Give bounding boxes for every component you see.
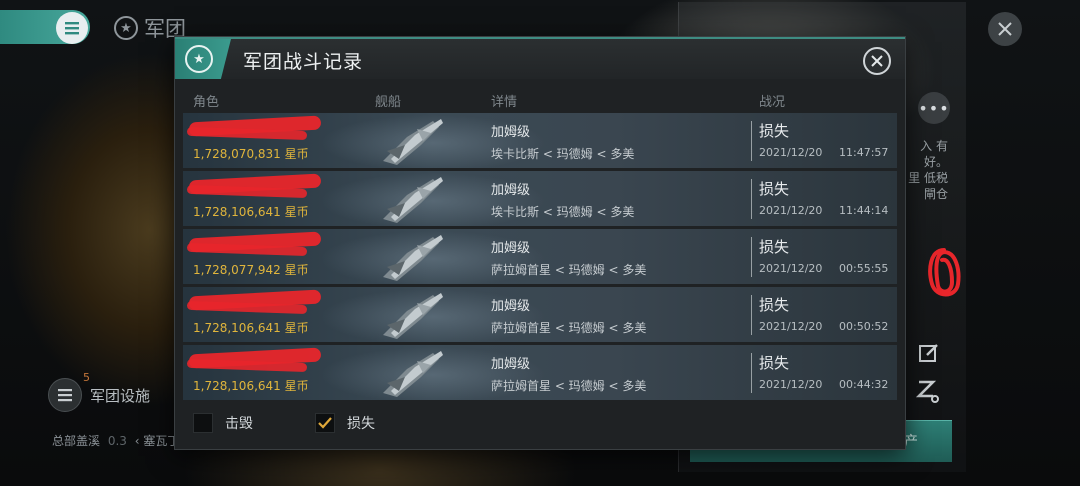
row-divider (751, 179, 752, 219)
ship-icon (383, 235, 443, 281)
hq-security-value: 0.3 (107, 434, 127, 448)
redacted-role-name (186, 231, 343, 257)
record-date: 2021/12/20 (759, 378, 823, 391)
close-icon (871, 55, 883, 67)
ship-name: 加姆级 (491, 183, 531, 198)
role-cell: 1,728,077,942 星币 (186, 231, 343, 278)
main-menu-button[interactable] (56, 12, 88, 44)
dialog-title: 军团战斗记录 (243, 51, 364, 73)
ship-icon (383, 119, 443, 165)
record-time: 11:47:57 (839, 146, 889, 159)
list-menu-icon (65, 22, 79, 35)
corp-star-icon: ★ (114, 16, 138, 40)
ship-icon (383, 351, 443, 397)
record-date: 2021/12/20 (759, 204, 823, 217)
column-header-role: 角色 (193, 95, 220, 110)
record-date: 2021/12/20 (759, 320, 823, 333)
record-time: 11:44:14 (839, 204, 889, 217)
corp-facility-button[interactable]: 5 军团设施 (48, 371, 151, 412)
checkmark-icon (318, 417, 332, 429)
record-time: 00:55:55 (839, 262, 889, 275)
more-options-button[interactable]: ••• (918, 92, 950, 124)
role-cell: 1,728,106,641 星币 (186, 173, 343, 220)
row-divider (751, 295, 752, 335)
battle-status: 损失 (759, 122, 790, 140)
side-text-line: 好。 (923, 155, 948, 169)
side-text-line: 里 低税 (908, 171, 948, 185)
side-text-line: 入 有 (920, 139, 948, 153)
row-divider (751, 121, 752, 161)
sleep-z-icon[interactable] (916, 378, 940, 404)
isk-value: 1,728,070,831 星币 (193, 147, 309, 161)
isk-value: 1,728,077,942 星币 (193, 263, 309, 277)
battle-record-row[interactable]: 1,728,106,641 星币 加姆级 埃卡比斯 < 玛德姆 < 多美 损失 … (183, 171, 897, 226)
column-header-status: 战况 (759, 95, 786, 110)
edit-icon[interactable] (918, 342, 940, 364)
location-path: 埃卡比斯 < 玛德姆 < 多美 (491, 147, 635, 161)
location-path: 萨拉姆首星 < 玛德姆 < 多美 (491, 379, 647, 393)
battle-record-list: 1,728,070,831 星币 加姆级 埃卡比斯 < 玛德姆 < 多美 损失 … (183, 113, 897, 403)
battle-status: 损失 (759, 354, 790, 372)
location-path: 埃卡比斯 < 玛德姆 < 多美 (491, 205, 635, 219)
ellipsis-icon: ••• (918, 98, 950, 118)
record-date: 2021/12/20 (759, 146, 823, 159)
record-date: 2021/12/20 (759, 262, 823, 275)
row-divider (751, 353, 752, 393)
battle-record-dialog: ★ 军团战斗记录 角色 舰船 详情 战况 1,728,070,831 星币 加姆… (174, 36, 906, 450)
redacted-role-name (186, 173, 343, 199)
chevron-left-icon: ‹ (134, 434, 140, 448)
ship-icon (383, 177, 443, 223)
close-icon (998, 22, 1012, 36)
side-text-line: 閘仓 (923, 187, 948, 201)
role-cell: 1,728,070,831 星币 (186, 115, 343, 162)
filter-label: 损失 (347, 416, 375, 432)
ship-icon (383, 293, 443, 339)
hq-label: 总部盖溪 (52, 434, 101, 448)
dialog-header: ★ 军团战斗记录 (175, 37, 905, 79)
location-path: 萨拉姆首星 < 玛德姆 < 多美 (491, 321, 647, 335)
filter-bar: 击毁 损失 (193, 411, 593, 435)
battle-record-row[interactable]: 1,728,077,942 星币 加姆级 萨拉姆首星 < 玛德姆 < 多美 损失… (183, 229, 897, 284)
facility-menu-icon: 5 (48, 371, 90, 412)
column-header-ship: 舰船 (375, 95, 402, 110)
battle-status: 损失 (759, 180, 790, 198)
redacted-role-name (186, 115, 343, 141)
battle-status: 损失 (759, 296, 790, 314)
facility-label: 军团设施 (90, 386, 151, 405)
battle-record-row[interactable]: 1,728,070,831 星币 加姆级 埃卡比斯 < 玛德姆 < 多美 损失 … (183, 113, 897, 168)
record-time: 00:50:52 (839, 320, 889, 333)
redacted-role-name (186, 289, 343, 315)
redacted-role-name (186, 347, 343, 373)
filter-destroyed[interactable]: 击毁 (193, 411, 253, 435)
red-scribble-mark (928, 248, 961, 297)
ship-name: 加姆级 (491, 241, 531, 256)
corp-star-icon: ★ (185, 45, 213, 73)
hq-info: 总部盖溪 0.3 ‹ 塞瓦丁 (52, 432, 179, 449)
battle-record-row[interactable]: 1,728,106,641 星币 加姆级 萨拉姆首星 < 玛德姆 < 多美 损失… (183, 345, 897, 400)
destroyed-checkbox[interactable] (193, 413, 213, 433)
facility-badge: 5 (83, 371, 90, 384)
dialog-close-button[interactable] (863, 47, 891, 75)
side-info-text: 入 有 好。 里 低税 閘仓 (900, 138, 948, 202)
row-divider (751, 237, 752, 277)
isk-value: 1,728,106,641 星币 (193, 379, 309, 393)
filter-loss[interactable]: 损失 (315, 411, 375, 435)
column-header-details: 详情 (491, 95, 518, 110)
location-path: 萨拉姆首星 < 玛德姆 < 多美 (491, 263, 647, 277)
outer-close-button[interactable] (988, 12, 1022, 46)
isk-value: 1,728,106,641 星币 (193, 321, 309, 335)
filter-label: 击毁 (225, 416, 253, 432)
bottom-action-label: 产 (904, 434, 918, 450)
loss-checkbox[interactable] (315, 413, 335, 433)
battle-record-row[interactable]: 1,728,106,641 星币 加姆级 萨拉姆首星 < 玛德姆 < 多美 损失… (183, 287, 897, 342)
ship-name: 加姆级 (491, 357, 531, 372)
role-cell: 1,728,106,641 星币 (186, 289, 343, 336)
record-time: 00:44:32 (839, 378, 889, 391)
isk-value: 1,728,106,641 星币 (193, 205, 309, 219)
battle-status: 损失 (759, 238, 790, 256)
role-cell: 1,728,106,641 星币 (186, 347, 343, 394)
ship-name: 加姆级 (491, 299, 531, 314)
ship-name: 加姆级 (491, 125, 531, 140)
